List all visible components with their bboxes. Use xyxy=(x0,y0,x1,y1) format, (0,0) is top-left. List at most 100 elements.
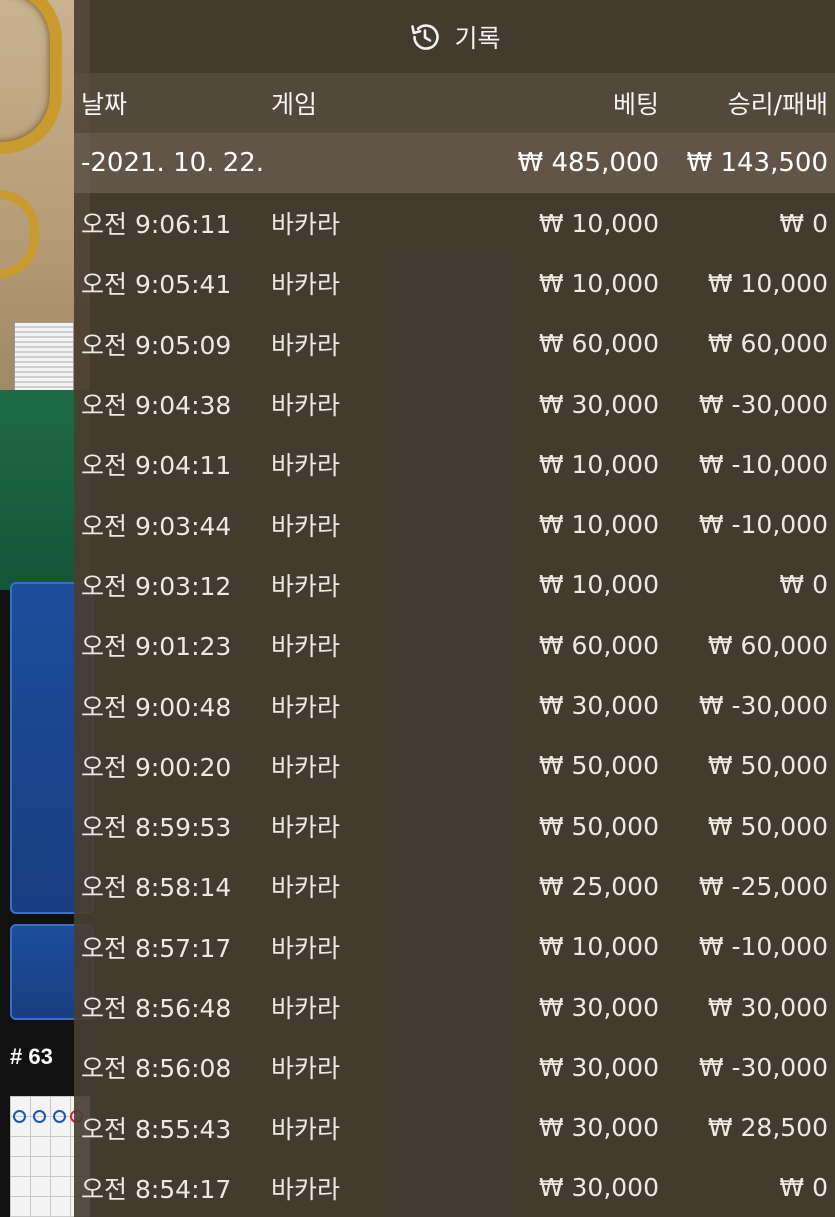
day-group-date: -2021. 10. 22. xyxy=(81,148,265,178)
row-result: ₩ 28,500 xyxy=(707,1113,828,1143)
row-time: 오전 9:04:38 xyxy=(81,391,232,421)
row-time: 오전 9:01:23 xyxy=(81,632,232,662)
day-group-total-bet: ₩ 485,000 xyxy=(517,148,660,178)
history-clock-icon xyxy=(408,20,442,54)
column-header-game: 게임 xyxy=(271,90,318,119)
row-time: 오전 8:58:14 xyxy=(81,873,232,903)
history-row[interactable]: 오전 9:04:11 바카라 ₩ 10,000 ₩ -10,000 xyxy=(74,434,835,494)
history-row[interactable]: 오전 8:55:43 바카라 ₩ 30,000 ₩ 28,500 xyxy=(74,1097,835,1157)
history-list: 오전 9:06:11 바카라 ₩ 10,000 ₩ 0 오전 9:05:41 바카라 ₩ 1… xyxy=(74,193,835,1217)
history-row[interactable]: 오전 9:00:48 바카라 ₩ 30,000 ₩ -30,000 xyxy=(74,675,835,735)
history-row[interactable]: 오전 9:05:41 바카라 ₩ 10,000 ₩ 10,000 xyxy=(74,253,835,313)
row-bet: ₩ 10,000 xyxy=(538,268,659,298)
row-game: 바카라 xyxy=(271,451,341,481)
row-result: ₩ 10,000 xyxy=(707,268,828,298)
row-game: 바카라 xyxy=(271,873,341,903)
row-time: 오전 9:00:20 xyxy=(81,752,232,782)
history-row[interactable]: 오전 9:04:38 바카라 ₩ 30,000 ₩ -30,000 xyxy=(74,374,835,434)
row-bet: ₩ 50,000 xyxy=(538,751,659,781)
row-bet: ₩ 30,000 xyxy=(538,992,659,1022)
row-result: ₩ -10,000 xyxy=(698,510,828,540)
history-row[interactable]: 오전 8:59:53 바카라 ₩ 50,000 ₩ 50,000 xyxy=(74,796,835,856)
row-result: ₩ -30,000 xyxy=(698,389,828,419)
row-game: 바카라 xyxy=(271,511,341,541)
player-win-dot xyxy=(13,1110,26,1123)
row-result: ₩ 0 xyxy=(779,570,828,600)
row-result: ₩ 50,000 xyxy=(707,811,828,841)
row-bet: ₩ 25,000 xyxy=(538,871,659,901)
history-row[interactable]: 오전 9:03:12 바카라 ₩ 10,000 ₩ 0 xyxy=(74,555,835,615)
row-time: 오전 9:03:12 xyxy=(81,571,232,601)
row-game: 바카라 xyxy=(271,330,341,360)
column-header-result: 승리/패배 xyxy=(727,90,828,119)
row-time: 오전 8:59:53 xyxy=(81,813,232,843)
row-bet: ₩ 30,000 xyxy=(538,1173,659,1203)
row-bet: ₩ 60,000 xyxy=(538,630,659,660)
row-result: ₩ -30,000 xyxy=(698,1052,828,1082)
row-result: ₩ 60,000 xyxy=(707,630,828,660)
row-time: 오전 9:06:11 xyxy=(81,210,232,240)
row-game: 바카라 xyxy=(271,210,341,240)
row-game: 바카라 xyxy=(271,813,341,843)
row-time: 오전 9:04:11 xyxy=(81,451,232,481)
row-result: ₩ 60,000 xyxy=(707,329,828,359)
row-game: 바카라 xyxy=(271,994,341,1023)
round-number: # 63 xyxy=(10,1044,53,1069)
column-header-row: 날짜 게임 베팅 승리/패배 xyxy=(74,73,835,133)
row-bet: ₩ 30,000 xyxy=(538,691,659,721)
player-win-dot xyxy=(53,1110,66,1123)
row-bet: ₩ 30,000 xyxy=(538,1113,659,1143)
app-screen: # 63 기록 날짜 게임 베팅 승리/패배 -2021. 10. 22. ₩ … xyxy=(0,0,835,1217)
row-game: 바카라 xyxy=(271,752,341,782)
row-time: 오전 8:56:48 xyxy=(81,994,232,1023)
history-row[interactable]: 오전 8:56:08 바카라 ₩ 30,000 ₩ -30,000 xyxy=(74,1037,835,1097)
row-game: 바카라 xyxy=(271,933,341,963)
row-time: 오전 8:55:43 xyxy=(81,1114,232,1144)
row-game: 바카라 xyxy=(271,1114,341,1144)
day-group-total-result: ₩ 143,500 xyxy=(686,148,829,178)
row-result: ₩ 50,000 xyxy=(707,751,828,781)
row-bet: ₩ 10,000 xyxy=(538,932,659,962)
row-game: 바카라 xyxy=(271,391,341,421)
player-win-dot xyxy=(33,1110,46,1123)
row-bet: ₩ 60,000 xyxy=(538,329,659,359)
row-result: ₩ 0 xyxy=(779,208,828,238)
row-game: 바카라 xyxy=(271,571,341,601)
row-time: 오전 8:57:17 xyxy=(81,933,232,963)
history-row[interactable]: 오전 8:56:48 바카라 ₩ 30,000 ₩ 30,000 xyxy=(74,977,835,1037)
row-game: 바카라 xyxy=(271,270,341,300)
row-bet: ₩ 50,000 xyxy=(538,811,659,841)
history-row[interactable]: 오전 8:58:14 바카라 ₩ 25,000 ₩ -25,000 xyxy=(74,856,835,916)
row-time: 오전 9:03:44 xyxy=(81,511,232,541)
row-time: 오전 9:00:48 xyxy=(81,692,232,722)
row-game: 바카라 xyxy=(271,1174,341,1204)
row-result: ₩ 30,000 xyxy=(707,992,828,1022)
row-game: 바카라 xyxy=(271,692,341,722)
history-panel: 기록 날짜 게임 베팅 승리/패배 -2021. 10. 22. ₩ 485,0… xyxy=(74,0,835,1217)
row-bet: ₩ 30,000 xyxy=(538,1052,659,1082)
row-bet: ₩ 30,000 xyxy=(538,389,659,419)
panel-title: 기록 xyxy=(454,23,501,53)
row-bet: ₩ 10,000 xyxy=(538,570,659,600)
history-row[interactable]: 오전 8:57:17 바카라 ₩ 10,000 ₩ -10,000 xyxy=(74,917,835,977)
history-row[interactable]: 오전 9:06:11 바카라 ₩ 10,000 ₩ 0 xyxy=(74,193,835,253)
row-result: ₩ -25,000 xyxy=(698,871,828,901)
row-result: ₩ -10,000 xyxy=(698,449,828,479)
row-result: ₩ 0 xyxy=(779,1173,828,1203)
history-row[interactable]: 오전 9:03:44 바카라 ₩ 10,000 ₩ -10,000 xyxy=(74,494,835,554)
history-row[interactable]: 오전 9:00:20 바카라 ₩ 50,000 ₩ 50,000 xyxy=(74,736,835,796)
row-time: 오전 9:05:09 xyxy=(81,330,232,360)
panel-header: 기록 xyxy=(74,0,835,73)
row-bet: ₩ 10,000 xyxy=(538,449,659,479)
row-time: 오전 8:54:17 xyxy=(81,1174,232,1204)
history-row[interactable]: 오전 8:54:17 바카라 ₩ 30,000 ₩ 0 xyxy=(74,1158,835,1217)
history-row[interactable]: 오전 9:05:09 바카라 ₩ 60,000 ₩ 60,000 xyxy=(74,314,835,374)
row-time: 오전 8:56:08 xyxy=(81,1054,232,1084)
row-game: 바카라 xyxy=(271,632,341,662)
row-time: 오전 9:05:41 xyxy=(81,270,232,300)
day-group-header[interactable]: -2021. 10. 22. ₩ 485,000 ₩ 143,500 xyxy=(74,133,835,193)
row-result: ₩ -10,000 xyxy=(698,932,828,962)
history-row[interactable]: 오전 9:01:23 바카라 ₩ 60,000 ₩ 60,000 xyxy=(74,615,835,675)
row-game: 바카라 xyxy=(271,1054,341,1084)
column-header-date: 날짜 xyxy=(81,90,128,119)
